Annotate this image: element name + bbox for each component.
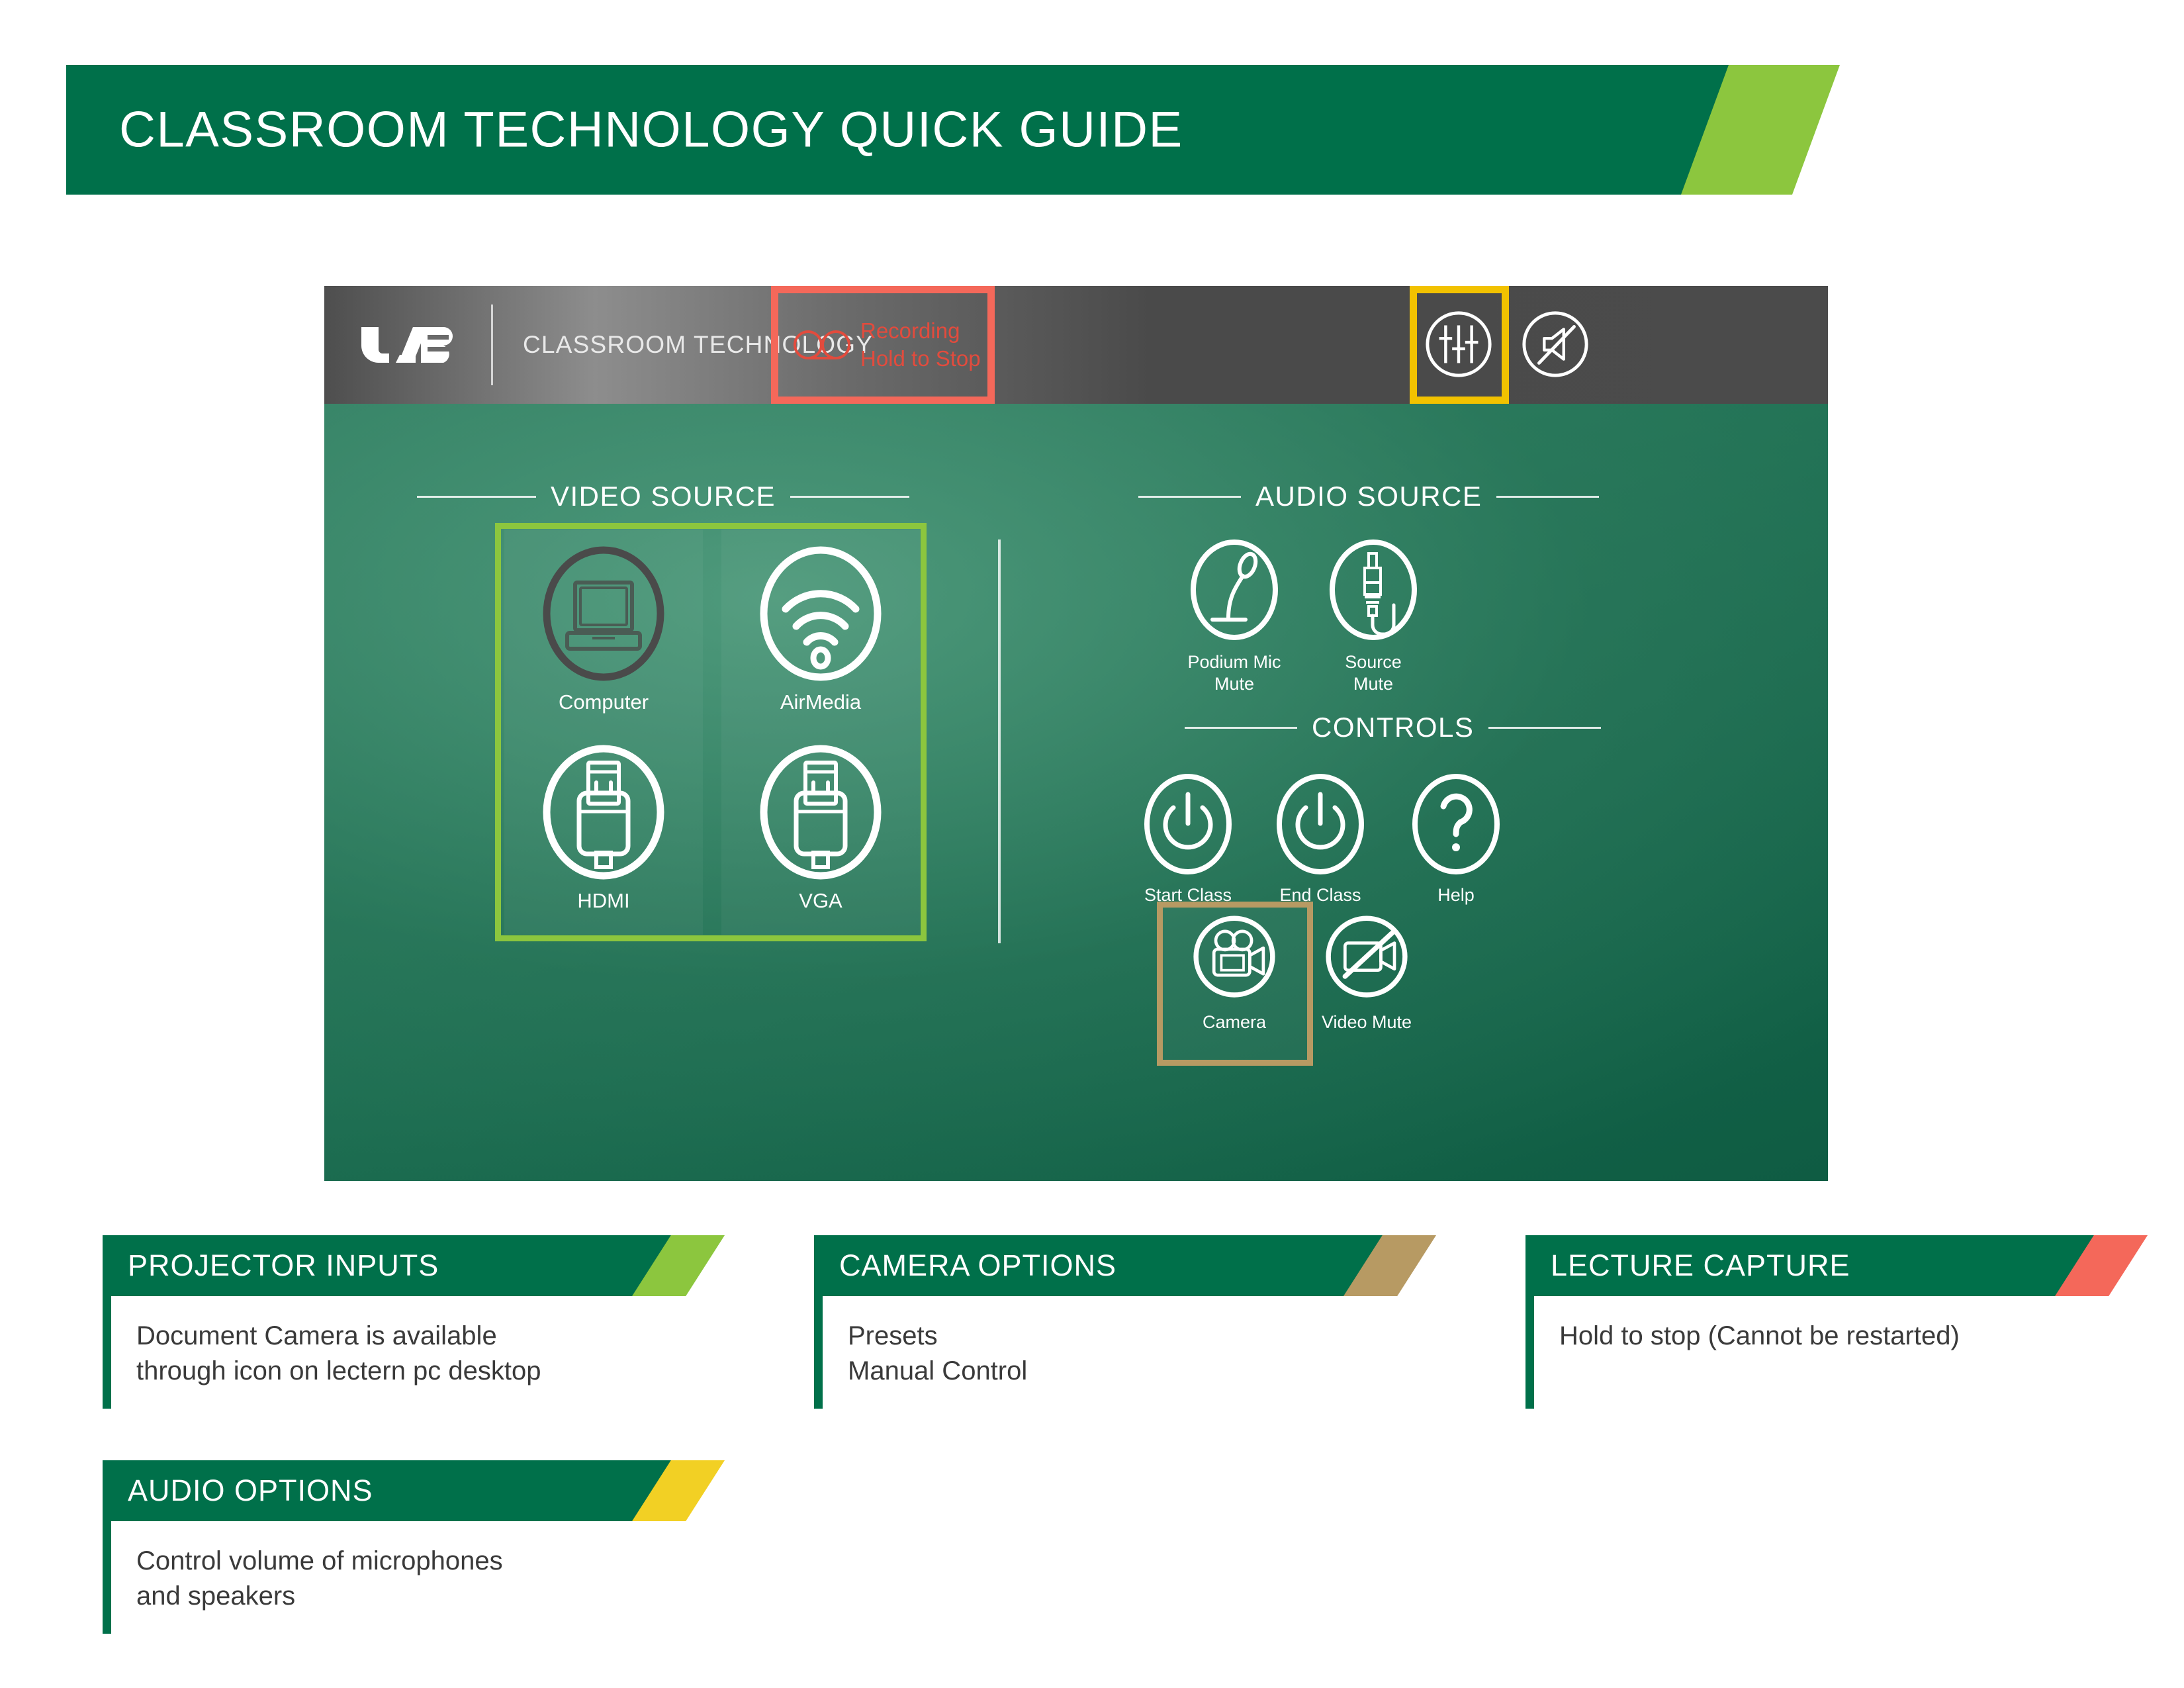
callout-body-line1: Presets	[848, 1321, 938, 1350]
video-source-airmedia-button[interactable]: AirMedia	[732, 544, 909, 715]
callout-body: Control volume of microphones and speake…	[103, 1521, 791, 1634]
laptop-icon	[541, 544, 666, 683]
callout-body-line1: Document Camera is available	[136, 1321, 497, 1350]
gooseneck-microphone-icon	[1185, 534, 1284, 646]
power-icon	[1138, 768, 1238, 880]
controls-video-mute-label: Video Mute	[1321, 1012, 1412, 1032]
question-mark-icon	[1406, 768, 1506, 880]
rule-left	[1138, 495, 1241, 498]
callout-title: LECTURE CAPTURE	[1551, 1248, 1850, 1282]
callout-body-line2: through icon on lectern pc desktop	[136, 1356, 541, 1385]
video-source-vga-button[interactable]: VGA	[732, 743, 909, 914]
callout-body-line1: Hold to stop (Cannot be restarted)	[1559, 1321, 1960, 1350]
callout-header: CAMERA OPTIONS	[814, 1235, 1502, 1296]
audio-source-mute-button[interactable]: Source Mute	[1300, 534, 1446, 695]
audio-mixer-sliders-icon	[1423, 308, 1494, 380]
rule-right	[1496, 495, 1600, 498]
callout-body: Presets Manual Control	[814, 1296, 1502, 1409]
crestron-touch-panel: CLASSROOM TECHNOLOGY Recording Hold to S…	[324, 286, 1828, 1181]
callout-title: CAMERA OPTIONS	[839, 1248, 1117, 1282]
controls-label: CONTROLS	[1312, 712, 1475, 743]
uab-logo	[359, 324, 458, 365]
audio-jack-plug-icon	[1324, 534, 1423, 646]
audio-podium-mic-mute-button[interactable]: Podium Mic Mute	[1161, 534, 1307, 695]
video-source-vga-label: VGA	[799, 889, 842, 912]
callout-header: LECTURE CAPTURE	[1525, 1235, 2181, 1296]
recording-hold-to-stop-button[interactable]: Recording Hold to Stop	[781, 295, 985, 395]
video-source-airmedia-label: AirMedia	[780, 690, 862, 714]
page-title-banner: CLASSROOM TECHNOLOGY QUICK GUIDE	[66, 65, 1840, 195]
callout-title: AUDIO OPTIONS	[128, 1474, 373, 1507]
callout-body: Document Camera is available through ico…	[103, 1296, 791, 1409]
column-divider	[998, 539, 1001, 943]
callout-body-line2: and speakers	[136, 1581, 296, 1611]
video-source-hdmi-label: HDMI	[577, 889, 630, 912]
audio-source-mute-label: Source Mute	[1345, 652, 1402, 694]
wifi-icon	[758, 544, 884, 683]
callout-header: AUDIO OPTIONS	[103, 1460, 791, 1521]
recording-label-line1: Recording	[860, 318, 960, 343]
rule-right	[1488, 726, 1602, 729]
video-source-label: VIDEO SOURCE	[551, 481, 776, 512]
video-source-hdmi-button[interactable]: HDMI	[515, 743, 692, 914]
video-source-computer-label: Computer	[558, 690, 649, 714]
callout-body-line1: Control volume of microphones	[136, 1546, 503, 1575]
callout-body: Hold to stop (Cannot be restarted)	[1525, 1296, 2181, 1409]
controls-section-header: CONTROLS	[1185, 712, 1602, 743]
callout-lecture-capture: LECTURE CAPTURE Hold to stop (Cannot be …	[1525, 1235, 2181, 1409]
rule-right	[790, 495, 910, 498]
controls-help-label: Help	[1437, 885, 1475, 905]
page-title: CLASSROOM TECHNOLOGY QUICK GUIDE	[119, 101, 1183, 158]
movie-camera-icon	[1188, 908, 1281, 1008]
panel-body: VIDEO SOURCE Computer AirMedia HDMI VGA …	[324, 404, 1828, 1181]
audio-mixer-button[interactable]	[1419, 301, 1498, 388]
controls-camera-button[interactable]: Camera	[1168, 908, 1300, 1033]
callout-audio-options: AUDIO OPTIONS Control volume of micropho…	[103, 1460, 791, 1634]
video-source-computer-button[interactable]: Computer	[515, 544, 692, 715]
callout-projector-inputs: PROJECTOR INPUTS Document Camera is avai…	[103, 1235, 791, 1409]
callout-title: PROJECTOR INPUTS	[128, 1248, 439, 1282]
video-source-section-header: VIDEO SOURCE	[417, 481, 910, 512]
controls-end-class-button[interactable]: End Class	[1248, 768, 1393, 906]
speaker-mute-icon	[1520, 308, 1591, 380]
tape-reel-icon	[792, 328, 852, 361]
panel-header-bar: CLASSROOM TECHNOLOGY Recording Hold to S…	[324, 286, 1828, 404]
rule-left	[417, 495, 536, 498]
camera-crossed-out-icon	[1320, 908, 1413, 1008]
speaker-mute-button[interactable]	[1516, 301, 1595, 388]
power-icon	[1271, 768, 1370, 880]
hdmi-connector-icon	[541, 743, 666, 882]
callout-body-line2: Manual Control	[848, 1356, 1028, 1385]
recording-label-line2: Hold to Stop	[860, 346, 981, 371]
controls-start-class-button[interactable]: Start Class	[1115, 768, 1261, 906]
vga-connector-icon	[758, 743, 884, 882]
controls-video-mute-button[interactable]: Video Mute	[1300, 908, 1433, 1033]
header-divider	[491, 305, 493, 385]
audio-source-section-header: AUDIO SOURCE	[1138, 481, 1600, 512]
controls-camera-label: Camera	[1202, 1012, 1267, 1032]
callout-camera-options: CAMERA OPTIONS Presets Manual Control	[814, 1235, 1502, 1409]
audio-source-label: AUDIO SOURCE	[1255, 481, 1482, 512]
controls-help-button[interactable]: Help	[1383, 768, 1529, 906]
rule-left	[1185, 726, 1297, 729]
callout-header: PROJECTOR INPUTS	[103, 1235, 791, 1296]
audio-podium-mic-mute-label: Podium Mic Mute	[1187, 652, 1281, 694]
